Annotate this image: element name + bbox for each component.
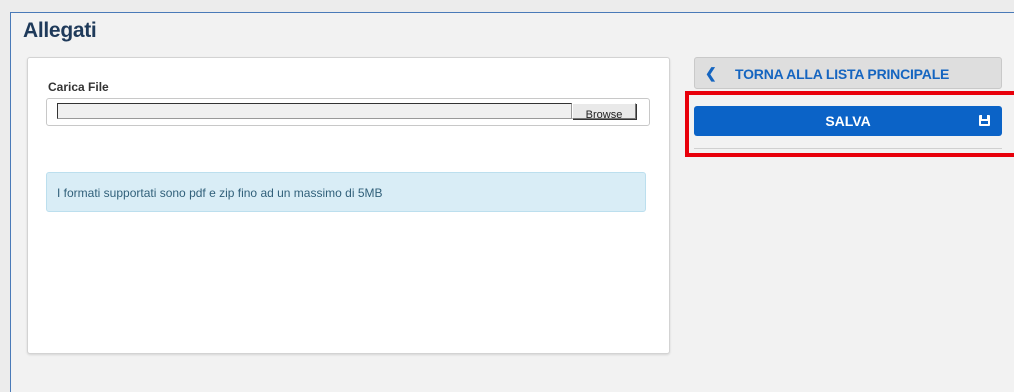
file-path-field[interactable]: [57, 103, 572, 119]
chevron-left-icon: ❮: [705, 65, 717, 81]
attachments-panel: Allegati Carica File Browse I formati su…: [10, 12, 1014, 392]
save-button-label: SALVA: [825, 113, 871, 129]
back-button-label: TORNA ALLA LISTA PRINCIPALE: [735, 66, 950, 82]
upload-card: Carica File Browse I formati supportati …: [27, 57, 670, 354]
upload-label: Carica File: [48, 80, 109, 94]
browse-button[interactable]: Browse: [572, 103, 636, 119]
back-to-list-button[interactable]: ❮ TORNA ALLA LISTA PRINCIPALE: [694, 57, 1002, 89]
save-button[interactable]: SALVA: [694, 106, 1002, 136]
divider: [694, 148, 1002, 149]
file-input-wrapper: Browse: [46, 98, 650, 126]
info-alert: I formati supportati sono pdf e zip fino…: [46, 172, 646, 212]
floppy-disk-icon: [979, 115, 990, 126]
panel-title: Allegati: [23, 19, 97, 42]
